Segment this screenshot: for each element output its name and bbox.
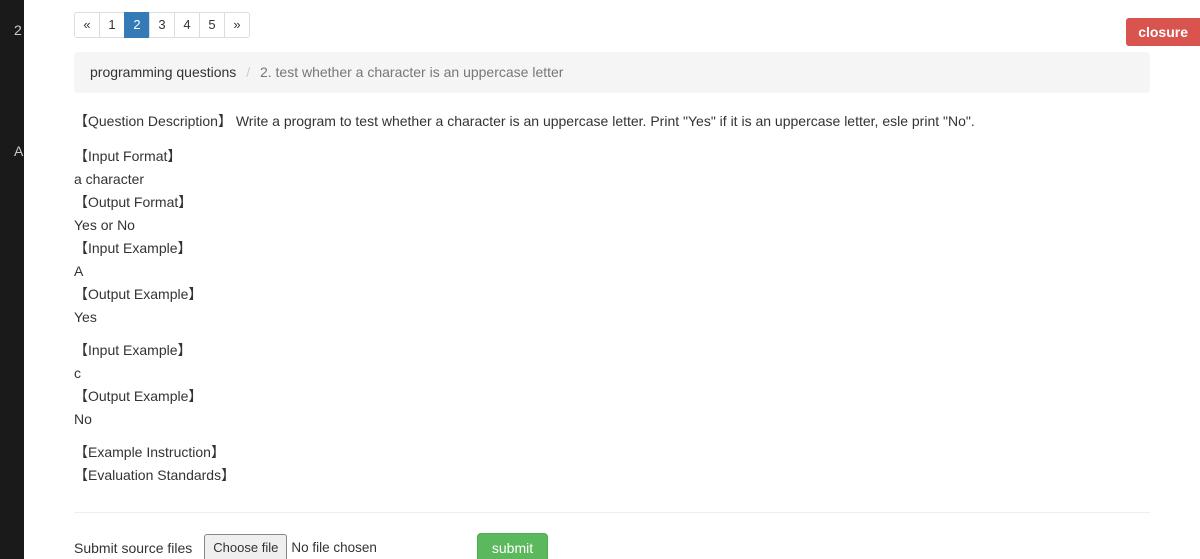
question-description: 【Question Description】 Write a program t… [74,111,1150,132]
breadcrumb-separator: / [240,64,256,80]
question-description-label: 【Question Description】 [74,113,232,129]
page-5[interactable]: 5 [199,12,225,38]
breadcrumb-root[interactable]: programming questions [90,64,236,80]
divider [74,512,1150,513]
input-example-2-value: c [74,363,1150,384]
submit-row: Submit source files Choose file No file … [74,533,1150,559]
evaluation-standards-label: 【Evaluation Standards】 [74,465,1150,486]
input-example-2-label: 【Input Example】 [74,340,1150,361]
background-left-edge: 2 A [0,0,24,559]
input-format-value: a character [74,169,1150,190]
page-next[interactable]: » [224,12,250,38]
output-example-1-value: Yes [74,307,1150,328]
breadcrumb-current: 2. test whether a character is an upperc… [260,64,564,80]
file-input-wrap: Choose file No file chosen [204,534,377,559]
bg-number: 2 [14,20,24,41]
question-content: 【Question Description】 Write a program t… [74,111,1150,486]
output-format-value: Yes or No [74,215,1150,236]
breadcrumb: programming questions / 2. test whether … [74,52,1150,93]
input-example-1-value: A [74,261,1150,282]
output-example-1-label: 【Output Example】 [74,284,1150,305]
question-description-text: Write a program to test whether a charac… [236,113,975,129]
page-2[interactable]: 2 [124,12,150,38]
example-instruction-label: 【Example Instruction】 [74,442,1150,463]
pagination: « 1 2 3 4 5 » [74,0,1150,52]
submit-source-label: Submit source files [74,538,192,559]
output-format-label: 【Output Format】 [74,192,1150,213]
page-3[interactable]: 3 [149,12,175,38]
bg-letter: A [14,141,24,162]
question-modal: closure « 1 2 3 4 5 » programming questi… [24,0,1200,559]
page-1[interactable]: 1 [99,12,125,38]
page-4[interactable]: 4 [174,12,200,38]
page-prev[interactable]: « [74,12,100,38]
output-example-2-value: No [74,409,1150,430]
file-chosen-text: No file chosen [291,538,377,558]
choose-file-button[interactable]: Choose file [204,534,287,559]
submit-button[interactable]: submit [477,533,548,559]
input-format-label: 【Input Format】 [74,146,1150,167]
input-example-1-label: 【Input Example】 [74,238,1150,259]
output-example-2-label: 【Output Example】 [74,386,1150,407]
closure-button[interactable]: closure [1126,18,1200,46]
